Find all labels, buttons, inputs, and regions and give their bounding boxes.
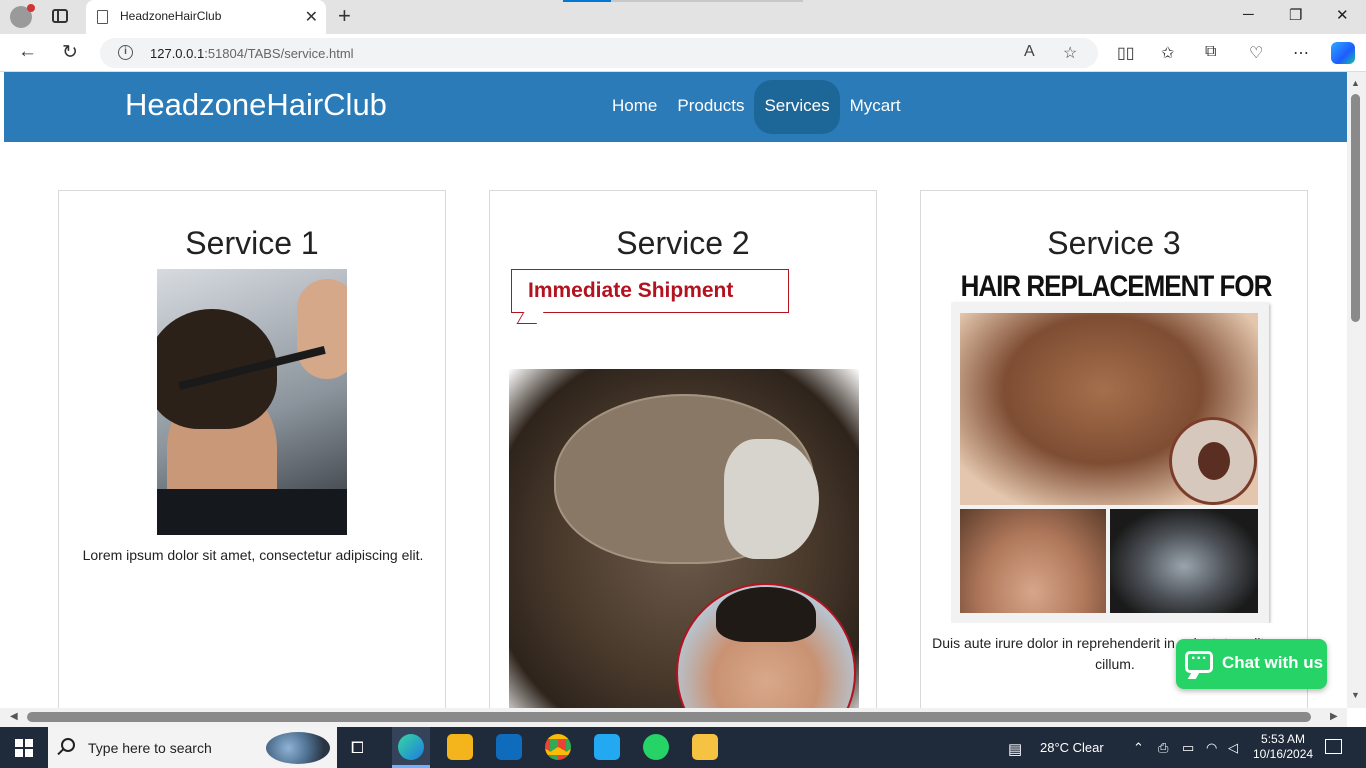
tab-indicator: [611, 0, 803, 2]
search-icon: [61, 738, 75, 752]
wifi-icon[interactable]: ◠: [1206, 740, 1217, 756]
url-host: 127.0.0.1: [150, 46, 205, 61]
site-header: HeadzoneHairClub Home Products Services …: [4, 72, 1347, 142]
outlook-icon[interactable]: [496, 734, 522, 760]
windows-start-icon[interactable]: [15, 739, 33, 757]
collections-icon[interactable]: ⧉: [1205, 43, 1216, 61]
banner-tail: [516, 312, 544, 324]
store-icon[interactable]: [447, 734, 473, 760]
nav-home[interactable]: Home: [602, 80, 667, 134]
shipment-banner: Immediate Shipment: [511, 269, 789, 324]
hair-patch-photo: [1110, 509, 1258, 613]
weather-text[interactable]: 28°C Clear: [1040, 740, 1104, 755]
main-nav: Home Products Services Mycart: [602, 80, 911, 134]
taskbar-search[interactable]: Type here to search: [48, 727, 337, 768]
whatsapp-icon[interactable]: [643, 734, 669, 760]
vscode-icon[interactable]: [594, 734, 620, 760]
hair-replacement-image: HAIR REPLACEMENT FOR MEN: [951, 269, 1281, 623]
hand-shape: [297, 279, 347, 379]
scroll-left-icon[interactable]: ◀: [10, 711, 18, 722]
url-text[interactable]: 127.0.0.1:51804/TABS/service.html: [150, 46, 354, 61]
nav-mycart[interactable]: Mycart: [840, 80, 911, 134]
service-title: Service 2: [616, 225, 750, 261]
hair-system-image: Immediate Shipment: [509, 269, 859, 727]
meet-now-icon[interactable]: ⎙: [1158, 740, 1168, 756]
more-menu-icon[interactable]: ⋯: [1293, 43, 1309, 63]
service-card-1: Service 1 Lorem ipsum dolor sit amet, co…: [58, 190, 446, 727]
split-screen-icon[interactable]: ▯▯: [1117, 43, 1135, 63]
clinic-seal-logo: [1169, 417, 1257, 505]
address-bar[interactable]: i 127.0.0.1:51804/TABS/service.html A ☆: [100, 38, 1098, 68]
haircut-image: [157, 269, 347, 535]
back-icon[interactable]: ←: [18, 41, 37, 63]
horizontal-scroll-thumb[interactable]: [27, 712, 1311, 722]
chat-button-label: Chat with us: [1222, 653, 1324, 672]
refresh-icon[interactable]: ↻: [62, 41, 78, 64]
banner-text: Immediate Shipment: [528, 279, 734, 302]
nav-services[interactable]: Services: [754, 80, 840, 134]
scroll-right-icon[interactable]: ▶: [1330, 711, 1338, 722]
edge-icon[interactable]: [398, 734, 424, 760]
taskbar-clock[interactable]: 5:53 AM 10/16/2024: [1253, 732, 1313, 762]
read-aloud-icon[interactable]: A: [1024, 43, 1035, 61]
service-description: Lorem ipsum dolor sit amet, consectetur …: [82, 547, 424, 563]
close-tab-icon[interactable]: ✕: [305, 7, 318, 27]
notifications-icon[interactable]: [1325, 739, 1342, 754]
service-card-2: Service 2 Immediate Shipment: [489, 190, 877, 727]
search-placeholder: Type here to search: [88, 740, 212, 756]
lace-front-shape: [724, 439, 819, 559]
chat-with-us-button[interactable]: Chat with us: [1176, 639, 1327, 689]
tab-indicator-active: [563, 0, 611, 2]
site-brand[interactable]: HeadzoneHairClub: [125, 87, 387, 123]
clock-date: 10/16/2024: [1253, 747, 1314, 761]
battery-icon[interactable]: ▭: [1182, 740, 1194, 756]
man-hair-shape: [716, 587, 816, 642]
favorite-star-icon[interactable]: ☆: [1063, 43, 1077, 63]
page-icon: [97, 10, 108, 24]
weather-icon[interactable]: ▤: [1008, 740, 1022, 758]
close-window-icon[interactable]: ✕: [1336, 6, 1349, 24]
url-path: :51804/TABS/service.html: [204, 46, 354, 61]
site-info-icon[interactable]: i: [118, 45, 133, 60]
task-view-icon[interactable]: ⧠: [351, 740, 364, 758]
vertical-scroll-thumb[interactable]: [1351, 94, 1360, 322]
profile-avatar-icon[interactable]: [10, 4, 35, 28]
horizontal-scrollbar[interactable]: ◀ ▶: [0, 708, 1347, 727]
service-title: Service 1: [185, 225, 319, 261]
nav-products[interactable]: Products: [667, 80, 754, 134]
volume-icon[interactable]: ◁: [1228, 740, 1238, 756]
tab-title: HeadzoneHairClub: [120, 9, 222, 23]
file-explorer-icon[interactable]: [692, 734, 718, 760]
browser-essentials-icon[interactable]: ♡: [1249, 43, 1263, 63]
scroll-up-icon[interactable]: ▲: [1351, 78, 1360, 88]
browser-tab-strip: HeadzoneHairClub ✕ + ─ ❐ ✕: [0, 0, 1366, 34]
restore-icon[interactable]: ❐: [1289, 6, 1302, 24]
favorites-icon[interactable]: ✩: [1161, 43, 1174, 63]
browser-tab[interactable]: HeadzoneHairClub ✕: [86, 0, 326, 34]
chrome-icon[interactable]: [545, 734, 571, 760]
new-tab-icon[interactable]: +: [338, 3, 351, 29]
windows-taskbar: Type here to search ⧠ ▤ 28°C Clear ⌃ ⎙ ▭…: [0, 727, 1366, 768]
shirt-shape: [157, 489, 347, 535]
copilot-icon[interactable]: [1331, 42, 1355, 64]
chat-bubble-icon: [1185, 646, 1213, 673]
scroll-down-icon[interactable]: ▼: [1351, 690, 1360, 700]
clock-time: 5:53 AM: [1261, 732, 1306, 746]
service-title: Service 3: [1047, 225, 1181, 261]
minimize-icon[interactable]: ─: [1243, 6, 1254, 23]
search-highlight-image: [266, 732, 330, 764]
page-viewport: HeadzoneHairClub Home Products Services …: [0, 72, 1366, 727]
thinning-hair-photo: [960, 509, 1106, 613]
tray-chevron-icon[interactable]: ⌃: [1133, 740, 1144, 756]
address-toolbar: ← ↻ i 127.0.0.1:51804/TABS/service.html …: [0, 34, 1366, 72]
vertical-scrollbar[interactable]: ▲ ▼: [1347, 72, 1366, 708]
tab-actions-icon[interactable]: [52, 9, 68, 23]
